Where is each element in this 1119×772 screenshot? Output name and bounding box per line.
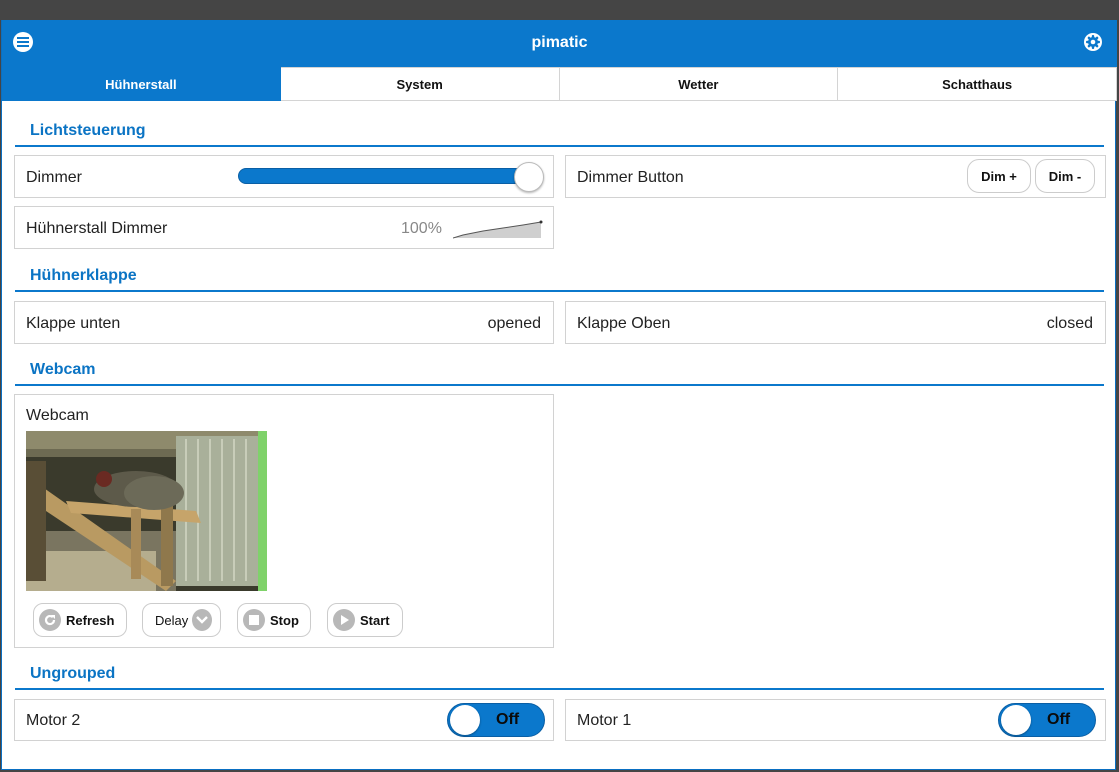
motor2-card: Motor 2 Off bbox=[14, 699, 554, 741]
dim-minus-button[interactable]: Dim - bbox=[1035, 159, 1095, 193]
stall-dimmer-card: Hühnerstall Dimmer 100% bbox=[14, 206, 554, 249]
stall-dimmer-value: 100% bbox=[401, 220, 442, 237]
tab-schatthaus[interactable]: Schatthaus bbox=[838, 67, 1117, 101]
play-icon bbox=[333, 609, 355, 631]
dimmer-card: Dimmer bbox=[14, 155, 554, 198]
start-label: Start bbox=[360, 612, 390, 628]
motor2-toggle[interactable]: Off bbox=[447, 703, 545, 737]
motor1-toggle[interactable]: Off bbox=[998, 703, 1096, 737]
header-bar: pimatic bbox=[2, 20, 1117, 67]
start-button[interactable]: Start bbox=[327, 603, 403, 637]
section-webcam: Webcam bbox=[15, 357, 1104, 386]
section-title: Hühnerklappe bbox=[30, 267, 137, 284]
dim-plus-button[interactable]: Dim + bbox=[967, 159, 1031, 193]
klappe-unten-card: Klappe unten opened bbox=[14, 301, 554, 344]
refresh-icon bbox=[39, 609, 61, 631]
gear-icon[interactable] bbox=[1083, 32, 1103, 52]
stop-button[interactable]: Stop bbox=[237, 603, 311, 637]
toggle-state: Off bbox=[1047, 711, 1071, 728]
klappe-oben-state: closed bbox=[1046, 315, 1093, 332]
motor1-label: Motor 1 bbox=[577, 712, 632, 729]
slider-thumb[interactable] bbox=[514, 162, 544, 192]
klappe-oben-label: Klappe Oben bbox=[577, 315, 671, 332]
dimmer-label: Dimmer bbox=[26, 169, 82, 186]
app-window: pimatic Hühnerstall System Wetter Schatt… bbox=[1, 20, 1117, 770]
toggle-knob bbox=[1001, 705, 1031, 735]
klappe-oben-card: Klappe Oben closed bbox=[565, 301, 1106, 344]
stop-icon bbox=[243, 609, 265, 631]
delay-select[interactable]: Delay bbox=[142, 603, 221, 637]
sparkline-chart bbox=[453, 220, 543, 239]
webcam-card: Webcam Refresh Delay Stop Start bbox=[14, 394, 554, 648]
tab-wetter[interactable]: Wetter bbox=[559, 67, 839, 101]
section-lichtsteuerung: Lichtsteuerung bbox=[15, 118, 1104, 147]
dimmer-button-label: Dimmer Button bbox=[577, 169, 684, 186]
motor2-label: Motor 2 bbox=[26, 712, 81, 729]
slider-track bbox=[238, 168, 528, 184]
refresh-label: Refresh bbox=[66, 612, 115, 628]
section-title: Ungrouped bbox=[30, 665, 116, 682]
section-huehnerklappe: Hühnerklappe bbox=[15, 264, 1104, 292]
page-title: pimatic bbox=[531, 34, 588, 51]
tab-bar: Hühnerstall System Wetter Schatthaus bbox=[2, 67, 1117, 101]
toggle-state: Off bbox=[496, 711, 520, 728]
klappe-unten-state: opened bbox=[487, 315, 541, 332]
section-title: Webcam bbox=[30, 361, 96, 378]
window-top-strip bbox=[0, 0, 1119, 20]
dimmer-slider[interactable] bbox=[238, 162, 544, 192]
tab-huehnerstall[interactable]: Hühnerstall bbox=[2, 67, 281, 101]
motor1-card: Motor 1 Off bbox=[565, 699, 1106, 741]
stall-dimmer-label: Hühnerstall Dimmer bbox=[26, 220, 168, 237]
dimmer-button-card: Dimmer Button Dim + Dim - bbox=[565, 155, 1106, 198]
chevron-down-icon bbox=[192, 609, 212, 631]
klappe-unten-label: Klappe unten bbox=[26, 315, 121, 332]
stop-label: Stop bbox=[270, 612, 299, 628]
webcam-label: Webcam bbox=[26, 407, 89, 424]
tab-system[interactable]: System bbox=[280, 67, 560, 101]
webcam-image bbox=[26, 431, 267, 591]
delay-label: Delay bbox=[155, 612, 189, 628]
section-ungrouped: Ungrouped bbox=[15, 660, 1104, 690]
refresh-button[interactable]: Refresh bbox=[33, 603, 127, 637]
section-title: Lichtsteuerung bbox=[30, 122, 146, 139]
toggle-knob bbox=[450, 705, 480, 735]
